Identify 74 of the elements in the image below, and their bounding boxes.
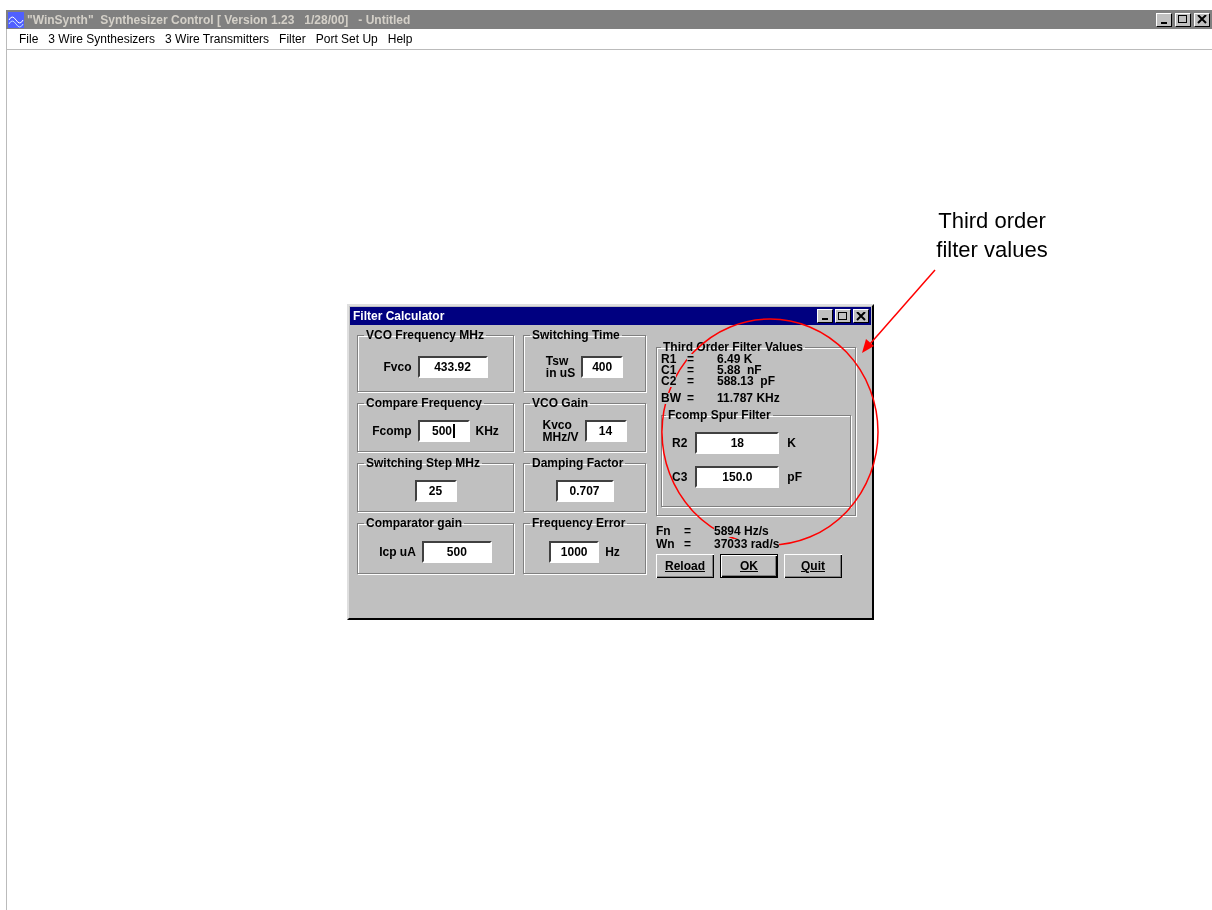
input-field[interactable]: 14 — [584, 419, 627, 442]
input-field[interactable]: 150.0 — [695, 466, 780, 488]
input-field[interactable]: 0.707 — [555, 479, 614, 502]
close-icon — [856, 311, 866, 321]
group-title: Switching Time — [531, 328, 621, 342]
input-field[interactable]: 500 — [417, 419, 470, 442]
group-title: VCO Frequency MHz — [365, 328, 486, 342]
equals-sign: = — [687, 365, 694, 376]
value-text: 5.88 nF — [717, 365, 762, 376]
field-label: Fcomp — [372, 424, 412, 437]
value-name: C1 — [661, 365, 677, 376]
input-field[interactable]: 1000 — [549, 540, 600, 563]
value-text: 6.49 K — [717, 354, 753, 365]
maximize-button[interactable] — [835, 309, 851, 323]
menu-item[interactable]: File — [19, 32, 39, 46]
dialog-title: Filter Calculator — [353, 309, 446, 323]
field-label: Tsw in uS — [545, 354, 576, 379]
group-title: Comparator gain — [365, 516, 463, 530]
unit-label: pF — [787, 471, 802, 483]
value-name: R1 — [661, 354, 677, 365]
group-title: Compare Frequency — [365, 396, 484, 410]
annotation-text: Third order filter values — [935, 207, 1049, 264]
group-title: Frequency Error — [531, 516, 627, 530]
field-label: Icp uA — [379, 545, 416, 558]
maximize-icon — [1178, 15, 1188, 24]
menu-item[interactable]: 3 Wire Synthesizers — [48, 32, 156, 46]
menu-item[interactable]: Filter — [279, 32, 306, 46]
equals-sign: = — [684, 526, 691, 537]
maximize-icon — [838, 311, 848, 321]
equals-sign: = — [687, 376, 694, 387]
unit-label: Hz — [605, 545, 620, 558]
equals-sign: = — [684, 539, 691, 550]
menu-item[interactable]: Help — [387, 32, 413, 46]
value-name: C2 — [661, 376, 677, 387]
close-icon — [1197, 15, 1207, 24]
field-label: Kvco MHz/V — [542, 418, 579, 443]
input-field[interactable]: 400 — [581, 355, 624, 378]
input-field[interactable]: 25 — [414, 479, 457, 502]
menu-item[interactable]: 3 Wire Transmitters — [165, 32, 270, 46]
field-label: Fvco — [383, 360, 412, 373]
window-title: "WinSynth" Synthesizer Control [ Version 1.23 1/28/00] - Untitled — [27, 12, 412, 27]
field-label: C3 — [672, 471, 688, 483]
equals-sign: = — [687, 354, 694, 365]
input-field[interactable]: 500 — [421, 540, 492, 563]
dialog-button[interactable]: Reload — [656, 554, 714, 578]
minimize-icon — [822, 318, 828, 320]
close-button[interactable] — [1194, 12, 1210, 27]
group-title: VCO Gain — [531, 396, 589, 410]
minimize-button[interactable] — [817, 309, 833, 323]
input-field[interactable]: 433.92 — [417, 355, 488, 378]
value-text: 588.13 pF — [717, 376, 776, 387]
group-title: Fcomp Spur Filter — [667, 408, 772, 422]
unit-label: K — [787, 437, 796, 449]
dialog-button[interactable]: OK — [720, 554, 778, 578]
result-value: 5894 Hz/s — [714, 526, 769, 537]
result-value: 37033 rad/s — [714, 539, 780, 550]
equals-sign: = — [687, 393, 694, 404]
dialog-button[interactable]: Quit — [784, 554, 842, 578]
result-name: Wn — [656, 539, 675, 550]
value-name: BW — [661, 393, 681, 404]
unit-label: KHz — [475, 424, 499, 437]
minimize-button[interactable] — [1156, 12, 1172, 27]
group-title: Third Order Filter Values — [662, 340, 805, 354]
close-button[interactable] — [853, 309, 869, 323]
group-title: Switching Step MHz — [365, 456, 481, 470]
maximize-button[interactable] — [1175, 12, 1191, 27]
value-text: 11.787 KHz — [717, 393, 780, 404]
field-label: R2 — [672, 437, 688, 449]
result-name: Fn — [656, 526, 671, 537]
app-icon — [8, 11, 24, 28]
minimize-icon — [1161, 21, 1167, 24]
group-title: Damping Factor — [531, 456, 625, 470]
input-field[interactable]: 18 — [695, 432, 780, 454]
menu-item[interactable]: Port Set Up — [315, 32, 378, 46]
